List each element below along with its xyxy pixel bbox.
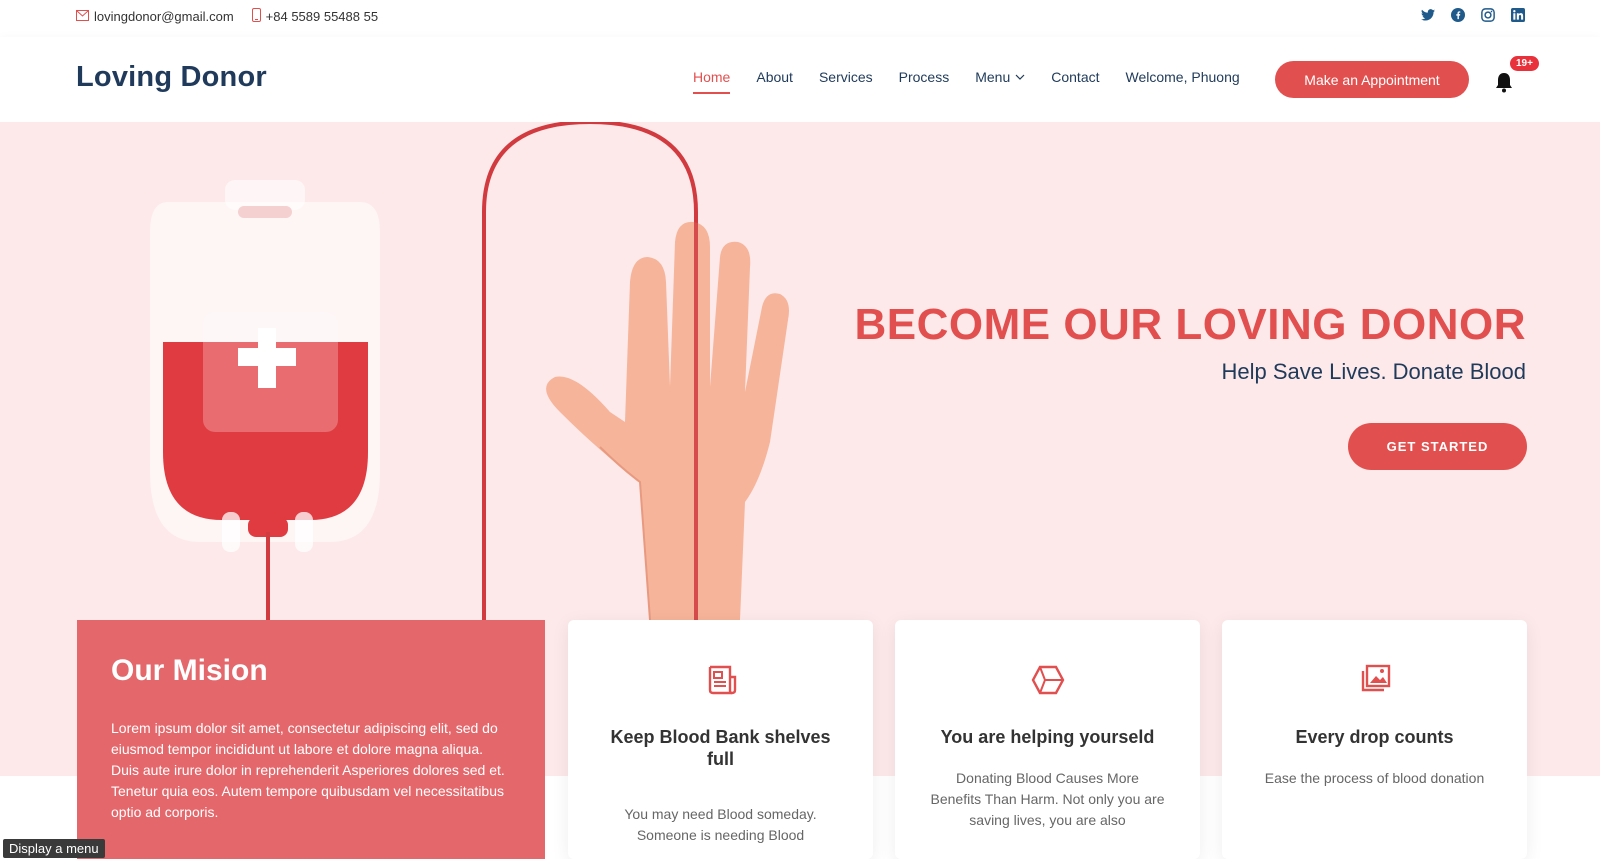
nav-about[interactable]: About [756, 69, 793, 85]
top-bar: lovingdonor@gmail.com +84 5589 55488 55 [0, 0, 1600, 33]
make-appointment-button[interactable]: Make an Appointment [1275, 61, 1469, 98]
card-title: Every drop counts [1295, 727, 1454, 747]
chevron-down-icon [1015, 72, 1025, 83]
email-text: lovingdonor@gmail.com [94, 9, 234, 24]
main-nav: Home About Services Process Menu Contact… [680, 69, 1253, 94]
card-title: Keep Blood Bank shelves full [610, 727, 831, 769]
instagram-icon[interactable] [1480, 7, 1496, 23]
images-icon [1222, 664, 1527, 704]
phone-text: +84 5589 55488 55 [265, 9, 379, 24]
main-header: Loving Donor Home About Services Process… [0, 37, 1600, 122]
feature-card[interactable]: You are helping yourseld Donating Blood … [895, 620, 1200, 859]
card-text: Donating Blood Causes More Benefits Than… [930, 770, 1165, 828]
mission-card: Our Mision Lorem ipsum dolor sit amet, c… [77, 620, 545, 859]
nav-welcome-user[interactable]: Welcome, Phuong [1126, 69, 1240, 85]
linkedin-icon[interactable] [1510, 7, 1526, 23]
mission-text: Lorem ipsum dolor sit amet, consectetur … [111, 720, 505, 820]
mission-title: Our Mision [111, 654, 268, 687]
notification-badge: 19+ [1510, 56, 1539, 71]
card-text: You may need Blood someday. Someone is n… [624, 806, 817, 843]
card-title: You are helping yourseld [940, 727, 1155, 747]
cube-icon [895, 664, 1200, 704]
nav-menu[interactable]: Menu [975, 69, 1025, 85]
get-started-button[interactable]: GET STARTED [1348, 423, 1527, 470]
facebook-icon[interactable] [1450, 7, 1466, 23]
newspaper-icon [568, 664, 873, 704]
envelope-icon [76, 9, 94, 24]
phone-icon [251, 8, 266, 25]
contact-info: lovingdonor@gmail.com +84 5589 55488 55 [76, 8, 396, 25]
feature-card[interactable]: Every drop counts Ease the process of bl… [1222, 620, 1527, 859]
nav-services[interactable]: Services [819, 69, 873, 85]
site-logo[interactable]: Loving Donor [76, 61, 267, 94]
nav-home[interactable]: Home [693, 69, 731, 94]
feature-card[interactable]: Keep Blood Bank shelves full You may nee… [568, 620, 873, 859]
phone-link[interactable]: +84 5589 55488 55 [251, 8, 379, 25]
email-link[interactable]: lovingdonor@gmail.com [76, 9, 234, 24]
nav-contact[interactable]: Contact [1051, 69, 1099, 85]
hero-title: BECOME OUR LOVING DONOR [854, 300, 1526, 349]
bell-icon[interactable] [1494, 71, 1514, 93]
tooltip: Display a menu [3, 839, 105, 858]
social-links [1406, 7, 1526, 23]
hero-subtitle: Help Save Lives. Donate Blood [1221, 359, 1526, 384]
twitter-icon[interactable] [1420, 7, 1436, 23]
card-text: Ease the process of blood donation [1264, 770, 1485, 786]
nav-process[interactable]: Process [899, 69, 950, 85]
